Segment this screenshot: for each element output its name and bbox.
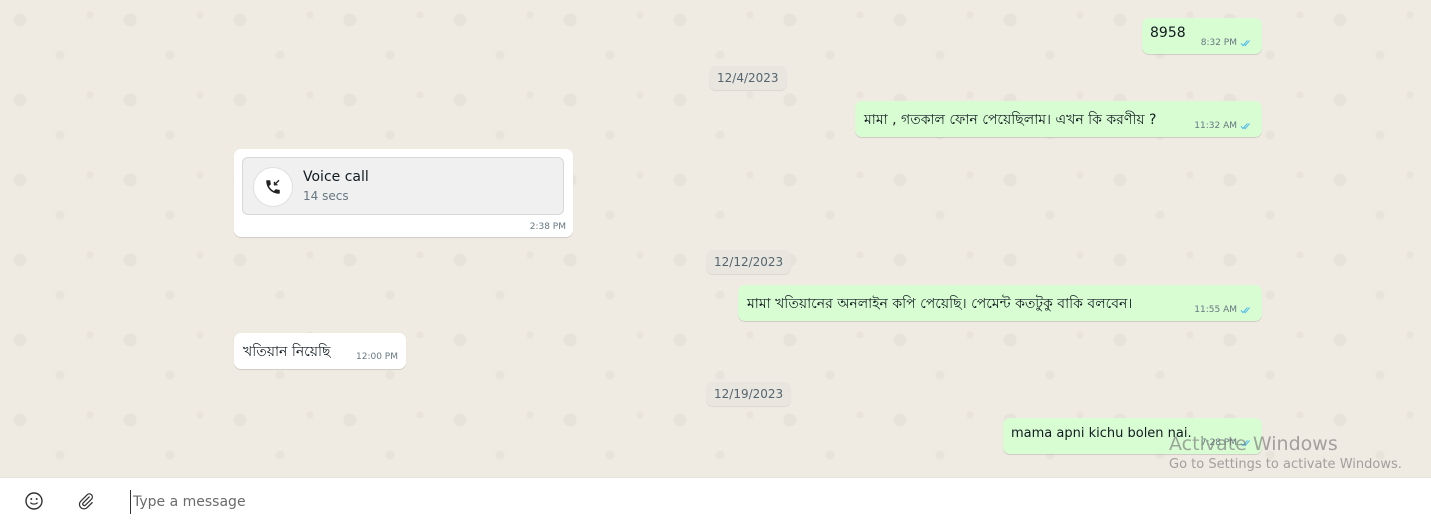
message-time: 2:38 PM [529,222,566,232]
call-title: Voice call [303,169,369,185]
message-text: মামা , গতকাল ফোন পেয়েছিলাম। এখন কি করণী… [864,112,1157,128]
message-time: 8:32 PM [1200,38,1237,48]
message-text: mama apni kichu bolen nai. [1011,426,1192,441]
message-time: 11:32 AM [1194,121,1237,131]
message-composer [0,477,1431,524]
watermark-title: Activate Windows [1169,433,1338,455]
double-check-icon [1240,307,1251,314]
call-duration: 14 secs [303,189,349,203]
activate-windows-watermark: Activate Windows Go to Settings to activ… [1169,433,1402,472]
message-bubble-outgoing[interactable]: 8958 8:32 PM [1142,18,1262,54]
message-time: 11:55 AM [1194,305,1237,315]
emoji-icon [25,492,43,510]
watermark-subtitle: Go to Settings to activate Windows. [1169,457,1402,472]
message-bubble-outgoing[interactable]: মামা , গতকাল ফোন পেয়েছিলাম। এখন কি করণী… [855,101,1262,137]
message-bubble-outgoing[interactable]: মামা খতিয়ানের অনলাইন কপি পেয়েছি। পেমেন… [738,285,1262,321]
message-text: খতিয়ান নিয়েছি [243,344,331,360]
chat-panel: 8958 8:32 PM 12/4/2023 মামা , গতকাল ফোন … [0,0,1431,477]
message-meta: 11:55 AM [1194,305,1252,315]
date-separator: 12/19/2023 [706,382,792,406]
voice-call-bubble[interactable]: Voice call 14 secs 2:38 PM [234,149,573,237]
message-time: 12:00 PM [356,352,398,362]
double-check-icon [1240,40,1251,47]
date-separator: 12/4/2023 [709,66,787,90]
message-text: মামা খতিয়ানের অনলাইন কপি পেয়েছি। পেমেন… [747,296,1133,312]
message-input[interactable] [130,490,1135,514]
message-text: 8958 [1150,25,1186,41]
double-check-icon [1240,123,1251,130]
phone-incoming-icon [253,167,293,207]
message-meta: 11:32 AM [1194,121,1252,131]
paperclip-icon [78,493,93,510]
message-meta: 8:32 PM [1201,38,1252,48]
date-separator: 12/12/2023 [706,250,792,274]
message-bubble-incoming[interactable]: খতিয়ান নিয়েছি 12:00 PM [234,333,406,369]
voice-call-card[interactable]: Voice call 14 secs [242,157,564,215]
emoji-button[interactable] [23,490,45,512]
attach-button[interactable] [75,490,97,512]
